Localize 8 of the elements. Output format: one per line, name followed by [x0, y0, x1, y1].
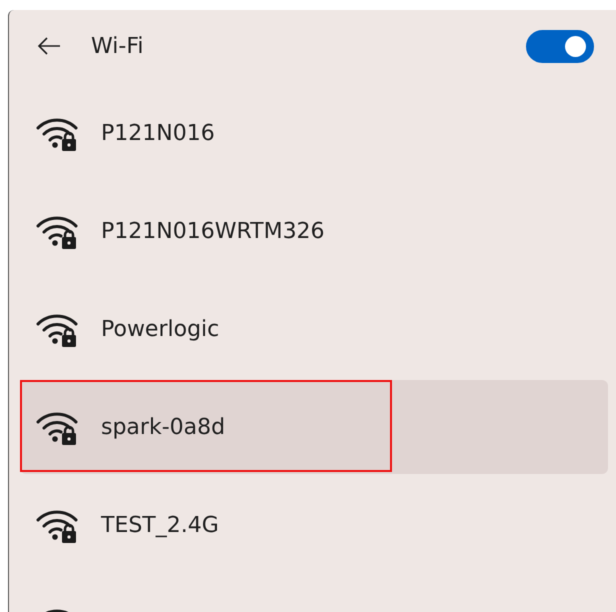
panel-title: Wi-Fi: [91, 34, 144, 58]
network-item[interactable]: spark-0a8d: [20, 380, 608, 474]
network-item[interactable]: P121N016: [20, 86, 608, 180]
network-item[interactable]: Powerlogic: [20, 282, 608, 376]
network-item[interactable]: TEST_2.4G: [20, 478, 608, 572]
wifi-toggle[interactable]: [526, 30, 594, 62]
back-arrow-icon[interactable]: [37, 36, 61, 56]
network-item[interactable]: P121N016WRTM326: [20, 184, 608, 278]
